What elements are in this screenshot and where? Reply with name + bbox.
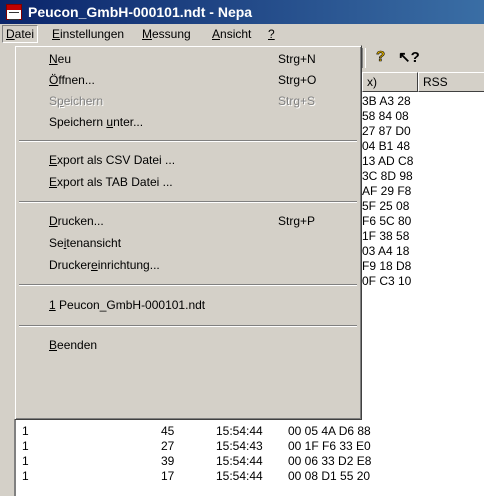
cell-time: 15:54:43: [216, 439, 263, 453]
menu-item-beenden[interactable]: Beenden: [15, 335, 361, 355]
shortcut-label: Strg+S: [278, 94, 316, 108]
menu-einstellungen[interactable]: Einstellungen: [52, 27, 124, 41]
menu-separator: [19, 201, 357, 203]
menu-item-oeffnen[interactable]: Öffnen... Strg+O: [15, 70, 361, 90]
cell-time: 15:54:44: [216, 454, 263, 468]
cell-id: 00 08 D1 55 20: [288, 469, 371, 483]
cell-col1: 1: [22, 454, 29, 468]
menu-datei[interactable]: Datei: [2, 25, 39, 43]
cell-col1: 1: [22, 469, 29, 483]
menu-item-export-csv[interactable]: Export als CSV Datei ...: [15, 150, 361, 170]
menu-item-speichern-unter[interactable]: Speichern unter...: [15, 112, 361, 132]
menu-ansicht[interactable]: Ansicht: [212, 27, 251, 41]
table-row[interactable]: 1 39 15:54:44 00 06 33 D2 E8: [16, 454, 484, 469]
menu-messung[interactable]: Messung: [142, 27, 191, 41]
menu-separator: [19, 284, 357, 286]
cell-col2: 39: [161, 454, 175, 468]
cell-time: 15:54:44: [216, 469, 263, 483]
cell-col2: 17: [161, 469, 175, 483]
datei-menu: Neu Strg+N Öffnen... Strg+O Speichern St…: [14, 45, 362, 420]
shortcut-label: Strg+P: [278, 214, 316, 228]
window-title: Peucon_GmbH-000101.ndt - Nepa: [28, 4, 253, 20]
menu-item-speichern: Speichern Strg+S: [49, 94, 316, 108]
menu-bar: Datei Einstellungen Messung Ansicht ?: [0, 24, 484, 45]
cell-col2: 45: [161, 424, 175, 438]
title-bar: Peucon_GmbH-000101.ndt - Nepa: [0, 0, 484, 24]
menu-item-neu[interactable]: Neu Strg+N: [15, 49, 361, 69]
menu-hilfe[interactable]: ?: [268, 27, 275, 41]
cell-id: 00 06 33 D2 E8: [288, 454, 372, 468]
table-row[interactable]: 1 27 15:54:43 00 1F F6 33 E0: [16, 439, 484, 454]
shortcut-label: Strg+O: [278, 73, 317, 87]
toolbar-separator: [362, 48, 366, 68]
app-icon[interactable]: [6, 4, 22, 20]
cell-col1: 1: [22, 424, 29, 438]
menu-separator: [19, 140, 357, 142]
cell-col1: 1: [22, 439, 29, 453]
menu-item-drucken[interactable]: Drucken... Strg+P: [15, 211, 361, 231]
shortcut-label: Strg+N: [278, 52, 316, 66]
column-header-id[interactable]: x): [362, 72, 418, 92]
menu-item-seitenansicht[interactable]: Seitenansicht: [15, 233, 361, 253]
cell-col2: 27: [161, 439, 175, 453]
toolbar: ? ↖?: [360, 45, 484, 71]
help-icon[interactable]: ?: [376, 48, 386, 66]
cell-id: 00 1F F6 33 E0: [288, 439, 371, 453]
menu-item-recent-file-1[interactable]: 1 Peucon_GmbH-000101.ndt: [15, 295, 361, 315]
context-help-icon[interactable]: ↖?: [398, 48, 420, 66]
menu-item-export-tab[interactable]: Export als TAB Datei ...: [15, 172, 361, 192]
column-header-rss[interactable]: RSS: [418, 72, 484, 92]
cell-time: 15:54:44: [216, 424, 263, 438]
cell-id: 00 05 4A D6 88: [288, 424, 371, 438]
menu-separator: [19, 325, 357, 327]
table-row[interactable]: 1 45 15:54:44 00 05 4A D6 88: [16, 424, 484, 439]
menu-item-druckereinrichtung[interactable]: Druckereinrichtung...: [15, 255, 361, 275]
table-row[interactable]: 1 17 15:54:44 00 08 D1 55 20: [16, 469, 484, 484]
